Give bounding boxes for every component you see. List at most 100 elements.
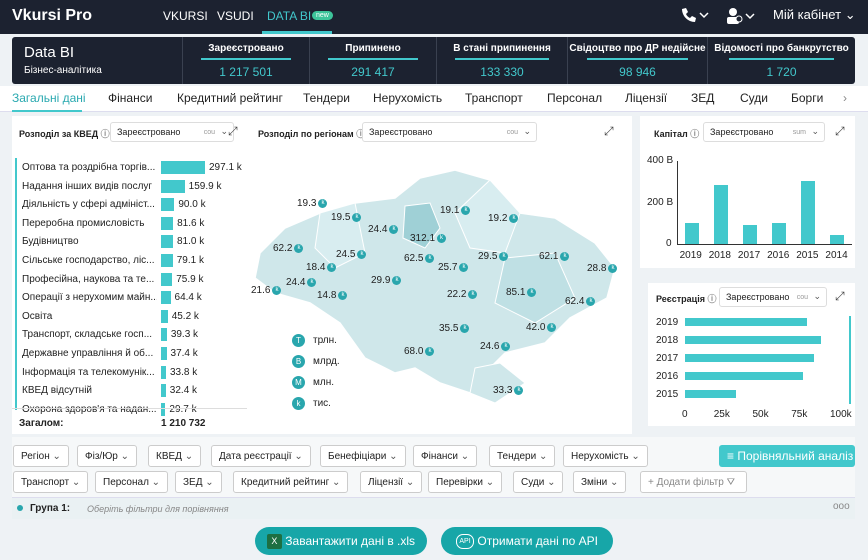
capital-select[interactable]: Зареєстровано sum ⌄ — [703, 122, 825, 142]
region-value[interactable]: 18.4 k — [306, 262, 337, 273]
expand-icon[interactable]: ⤢ — [604, 124, 614, 139]
api-button[interactable]: API Отримати дані по API — [441, 527, 613, 555]
region-value[interactable]: 312.1 k — [410, 233, 447, 244]
stat-terminated[interactable]: Припинено 291 417 — [309, 37, 436, 84]
nav-data-bi[interactable]: DATA BI — [267, 9, 311, 23]
capital-bar[interactable] — [801, 180, 816, 244]
registration-scroll-indicator[interactable] — [849, 316, 851, 404]
kved-bar[interactable] — [161, 328, 167, 342]
registration-bar[interactable] — [685, 390, 737, 398]
stat-bankruptcy[interactable]: Відомості про банкрутство 1 720 — [707, 37, 855, 84]
filter-4-button[interactable]: Дата реєстрації ⌄ — [211, 445, 311, 467]
region-value[interactable]: 42.0 k — [526, 322, 557, 333]
kved-bar[interactable] — [161, 365, 166, 379]
kved-row-label[interactable]: Сільське господарство, ліс... — [22, 255, 157, 266]
tab-tenders[interactable]: Тендери — [303, 91, 350, 105]
filter-13-button[interactable]: Ліцензії ⌄ — [360, 471, 423, 493]
kved-bar[interactable] — [161, 291, 171, 305]
region-value[interactable]: 62.4 k — [565, 296, 596, 307]
account-menu[interactable]: Мій кабінет ⌄ — [773, 7, 856, 23]
region-value[interactable]: 24.4 k — [286, 277, 317, 288]
user-menu-icon[interactable] — [726, 7, 758, 28]
registration-bar[interactable] — [685, 318, 808, 326]
tab-personnel[interactable]: Персонал — [547, 91, 602, 105]
kved-bar[interactable] — [161, 309, 168, 323]
filter-10-button[interactable]: Персонал ⌄ — [95, 471, 169, 493]
tab-finance[interactable]: Фінанси — [108, 91, 152, 105]
kved-row-label[interactable]: Будівництво — [22, 236, 157, 247]
filter-3-button[interactable]: КВЕД ⌄ — [148, 445, 202, 467]
filter-16-button[interactable]: Зміни ⌄ — [573, 471, 627, 493]
registration-select[interactable]: Зареєстровано cou ⌄ — [719, 287, 827, 307]
expand-icon[interactable]: ⤢ — [835, 289, 845, 304]
region-value[interactable]: 24.6 k — [480, 341, 511, 352]
kved-bar[interactable] — [161, 216, 174, 230]
kved-bar[interactable] — [161, 161, 205, 174]
kved-bar[interactable] — [161, 235, 173, 249]
region-value[interactable]: 62.2 k — [273, 243, 304, 254]
filter-11-button[interactable]: ЗЕД ⌄ — [175, 471, 222, 493]
filter-6-button[interactable]: Фінанси ⌄ — [413, 445, 478, 467]
filter-8-button[interactable]: Нерухомість ⌄ — [563, 445, 648, 467]
region-value[interactable]: 19.3 k — [297, 198, 328, 209]
kved-row-label[interactable]: Оптова та роздрібна торгів... — [22, 162, 157, 173]
region-select[interactable]: Зареєстровано cou ⌄ — [362, 122, 537, 142]
nav-vsudi[interactable]: VSUDI — [217, 9, 254, 23]
filter-5-button[interactable]: Бенефіціари ⌄ — [320, 445, 406, 467]
region-value[interactable]: 25.7 k — [438, 262, 469, 273]
capital-bar[interactable] — [742, 225, 757, 244]
add-filter-button[interactable]: + Додати фільтр ⛛ — [640, 471, 747, 493]
kved-row-label[interactable]: КВЕД відсутній — [22, 385, 157, 396]
kved-row-label[interactable]: Охорона здоров'я та надан... — [22, 404, 157, 415]
download-xls-button[interactable]: X Завантажити дані в .xls — [255, 527, 427, 555]
tab-real-estate[interactable]: Нерухомість — [373, 91, 442, 105]
kved-row-label[interactable]: Переробна промисловість — [22, 218, 157, 229]
capital-bar[interactable] — [830, 234, 845, 244]
region-value[interactable]: 29.5 k — [478, 251, 509, 262]
kved-row-label[interactable]: Надання інших видів послуг — [22, 181, 157, 192]
region-value[interactable]: 62.1 k — [539, 251, 570, 262]
kved-bar[interactable] — [161, 347, 167, 360]
stat-invalid-certificate[interactable]: Свідоцтво про ДР недійсне 98 946 — [567, 37, 707, 84]
region-value[interactable]: 35.5 k — [439, 323, 470, 334]
region-value[interactable]: 29.9 k — [371, 275, 402, 286]
kved-bar[interactable] — [161, 402, 166, 416]
filter-9-button[interactable]: Транспорт ⌄ — [13, 471, 89, 493]
region-value[interactable]: 28.8 k — [587, 263, 618, 274]
kved-row-label[interactable]: Освіта — [22, 311, 157, 322]
region-value[interactable]: 62.5 k — [404, 253, 435, 264]
region-value[interactable]: 14.8 k — [317, 290, 348, 301]
tab-courts[interactable]: Суди — [740, 91, 768, 105]
region-value[interactable]: 85.1 k — [506, 287, 537, 298]
info-icon[interactable]: ⓘ — [101, 129, 110, 139]
tab-general[interactable]: Загальні дані — [12, 91, 86, 105]
region-value[interactable]: 19.2 k — [488, 213, 519, 224]
filter-15-button[interactable]: Суди ⌄ — [513, 471, 564, 493]
kved-bar[interactable] — [161, 254, 173, 267]
more-icon[interactable]: ooo — [833, 501, 850, 512]
stat-terminating[interactable]: В стані припинення 133 330 — [436, 37, 567, 84]
tab-debts[interactable]: Борги — [791, 91, 823, 105]
region-value[interactable]: 21.6 k — [251, 285, 282, 296]
kved-row-label[interactable]: Транспорт, складське госп... — [22, 329, 157, 340]
tab-credit-rating[interactable]: Кредитний рейтинг — [177, 91, 283, 105]
kved-bar[interactable] — [161, 179, 185, 193]
app-logo[interactable]: Vkursi Pro — [12, 7, 92, 25]
kved-bar[interactable] — [161, 198, 175, 212]
region-value[interactable]: 22.2 k — [447, 289, 478, 300]
tab-zed[interactable]: ЗЕД — [691, 91, 714, 105]
registration-bar[interactable] — [685, 372, 803, 380]
registration-bar[interactable] — [685, 336, 822, 344]
kved-bar[interactable] — [161, 384, 166, 398]
region-value[interactable]: 19.5 k — [331, 212, 362, 223]
filter-7-button[interactable]: Тендери ⌄ — [489, 445, 556, 467]
chevron-right-icon[interactable]: › — [843, 91, 847, 105]
filter-2-button[interactable]: Фіз/Юр ⌄ — [77, 445, 138, 467]
info-icon[interactable]: ⓘ — [707, 294, 716, 304]
kved-row-label[interactable]: Професійна, наукова та те... — [22, 274, 157, 285]
region-value[interactable]: 33.3 k — [493, 385, 524, 396]
tab-transport[interactable]: Транспорт — [465, 91, 523, 105]
kved-row-label[interactable]: Державне управління й об... — [22, 348, 157, 359]
filter-14-button[interactable]: Перевірки ⌄ — [428, 471, 503, 493]
expand-icon[interactable]: ⤢ — [835, 124, 845, 139]
